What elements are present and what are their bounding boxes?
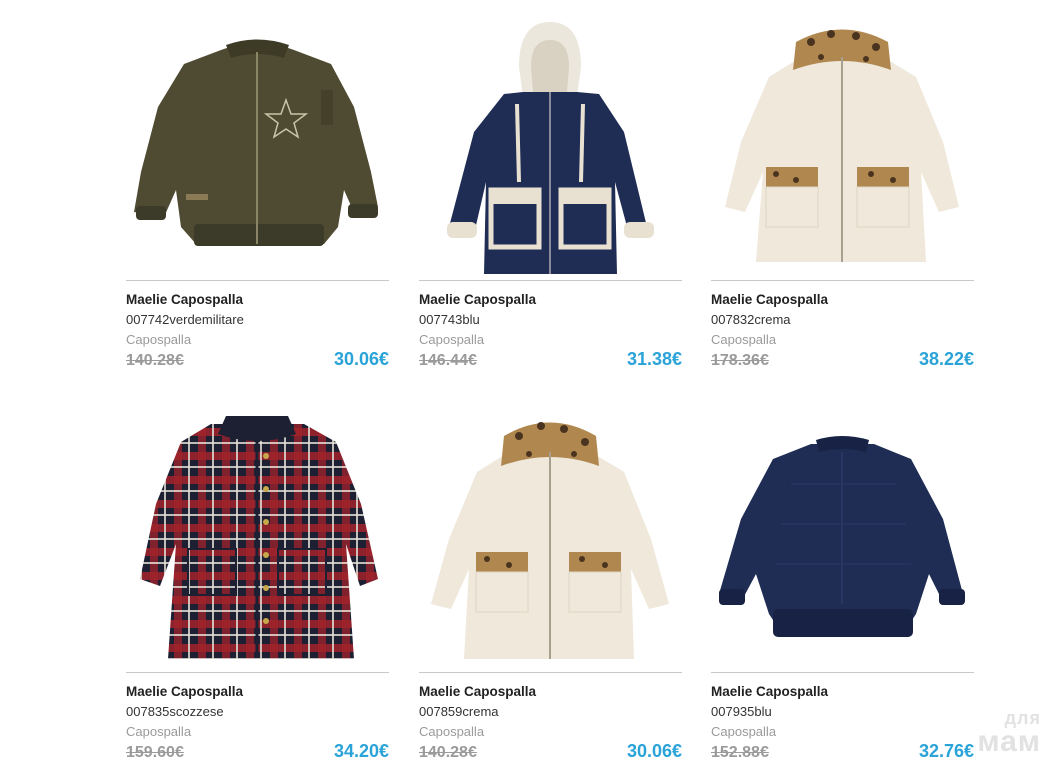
product-image[interactable] [126,404,389,666]
sale-price: 30.06€ [626,741,682,761]
product-code: 007835scozzese [126,704,224,719]
sale-price: 30.06€ [333,349,389,369]
cream-coat-leopard-icon [725,29,959,262]
sale-price: 34.20€ [333,741,389,761]
product-brand[interactable]: Maelie Capospalla [126,682,389,702]
sale-price: 32.76€ [918,741,974,761]
bomber-jacket-green-icon [134,39,378,246]
product-card[interactable]: Maelie Capospalla 007743blu Capospalla 1… [419,12,682,376]
watermark-line-2: мам [977,725,1041,758]
tartan-coat-icon [140,416,378,659]
product-info: Maelie Capospalla 007935blu Capospalla 1… [711,673,974,767]
product-brand[interactable]: Maelie Capospalla [711,682,974,702]
product-brand[interactable]: Maelie Capospalla [419,290,682,310]
product-card[interactable]: Maelie Capospalla 007859crema Capospalla… [419,404,682,767]
product-info: Maelie Capospalla 007832crema Capospalla… [711,281,974,376]
product-code: 007859crema [419,704,499,719]
sale-price: 31.38€ [626,349,682,369]
product-brand[interactable]: Maelie Capospalla [126,290,389,310]
product-card[interactable]: Maelie Capospalla 007935blu Capospalla 1… [711,404,974,767]
product-image[interactable] [126,12,389,274]
product-card[interactable]: Maelie Capospalla 007832crema Capospalla… [711,12,974,376]
hooded-coat-navy-icon [447,22,654,274]
product-info: Maelie Capospalla 007835scozzese Capospa… [126,673,389,767]
product-info: Maelie Capospalla 007743blu Capospalla 1… [419,281,682,376]
product-code: 007832crema [711,312,791,327]
product-image[interactable] [711,404,974,666]
sale-price: 38.22€ [918,349,974,369]
product-grid: Maelie Capospalla 007742verdemilitare Ca… [126,12,974,767]
product-image[interactable] [711,12,974,274]
product-code: 007935blu [711,704,772,719]
product-brand[interactable]: Maelie Capospalla [711,290,974,310]
watermark-logo: для мам [977,709,1041,757]
bomber-jacket-navy-icon [719,436,965,637]
product-card[interactable]: Maelie Capospalla 007742verdemilitare Ca… [126,12,389,376]
product-code: 007742verdemilitare [126,312,244,327]
product-brand[interactable]: Maelie Capospalla [419,682,682,702]
product-image[interactable] [419,12,682,274]
product-code: 007743blu [419,312,480,327]
product-card[interactable]: Maelie Capospalla 007835scozzese Capospa… [126,404,389,767]
product-info: Maelie Capospalla 007859crema Capospalla… [419,673,682,767]
product-image[interactable] [419,404,682,666]
product-info: Maelie Capospalla 007742verdemilitare Ca… [126,281,389,376]
cream-coat-leopard-icon [431,422,669,659]
